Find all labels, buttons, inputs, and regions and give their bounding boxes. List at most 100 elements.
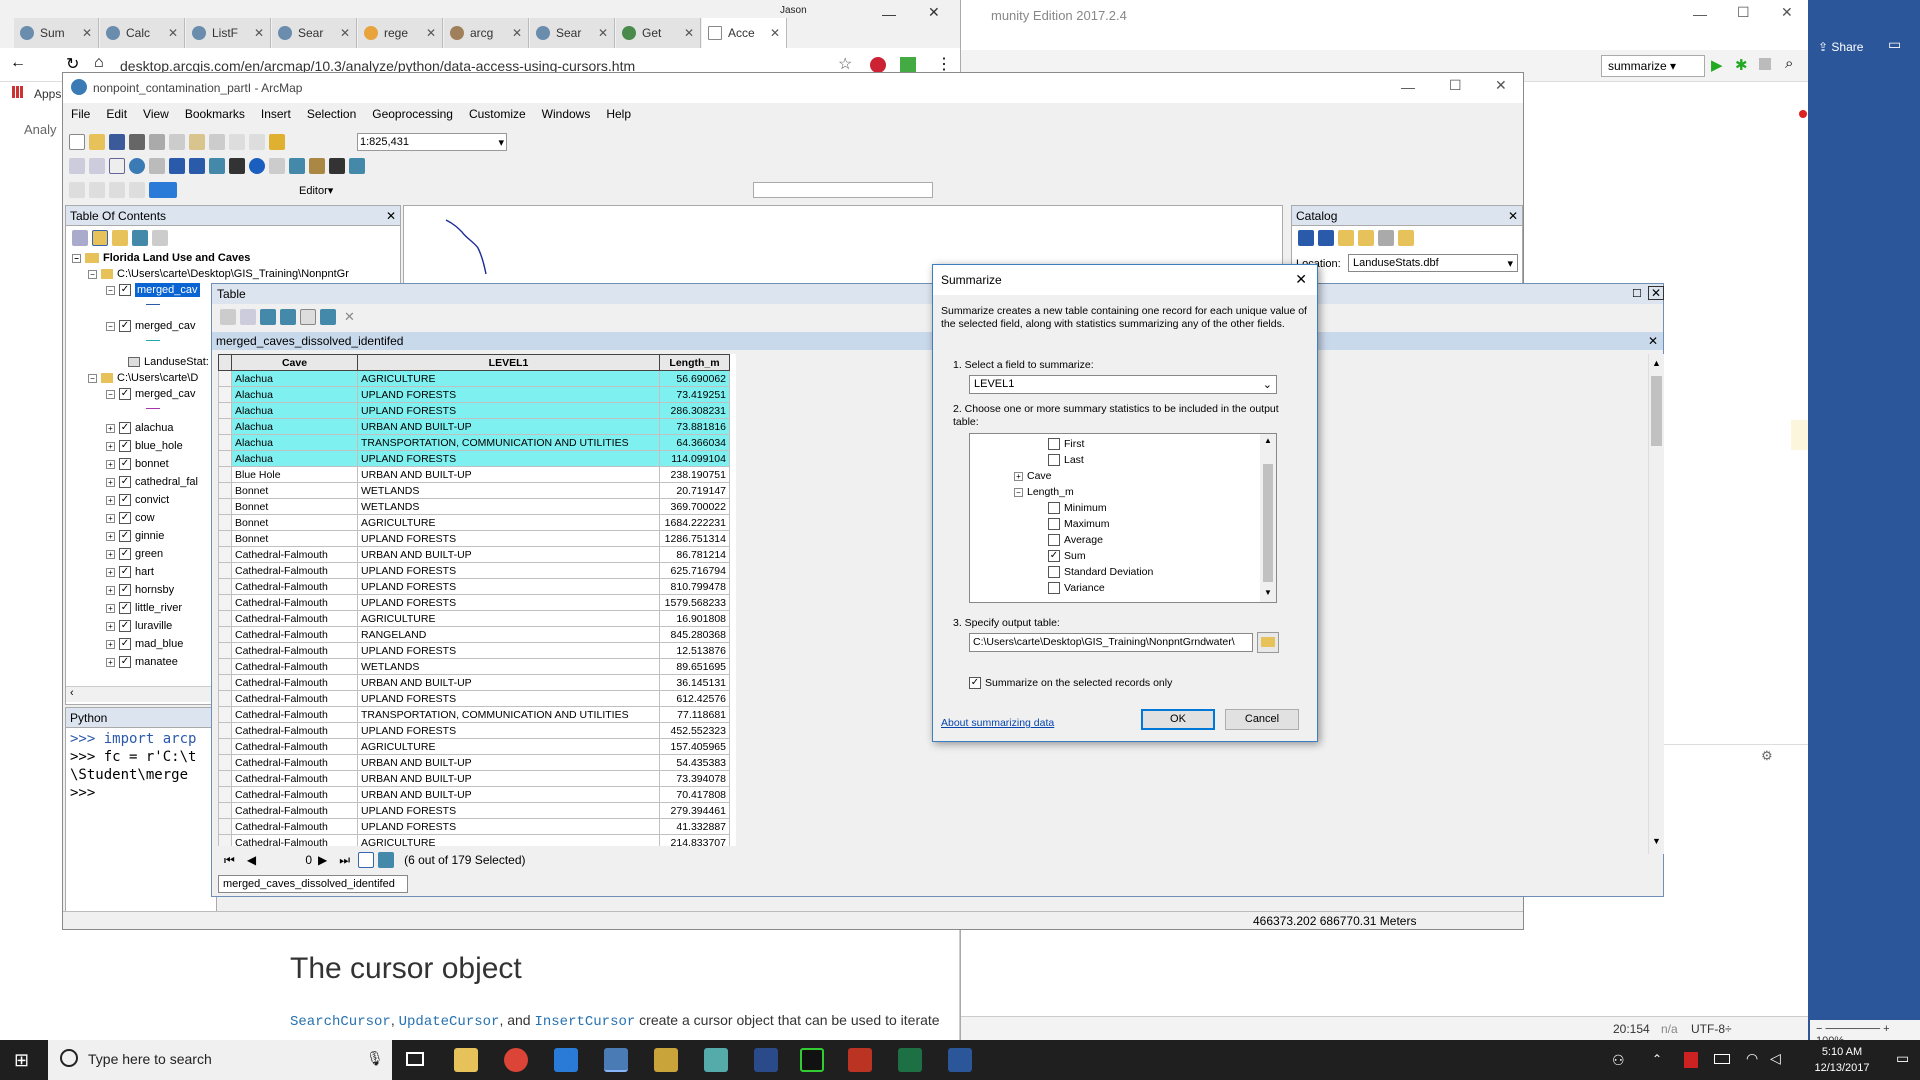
cell-length[interactable]: 70.417808 [659,786,730,803]
cell-cave[interactable]: Alachua [231,386,358,403]
cell-level1[interactable]: UPLAND FORESTS [357,642,660,659]
line-separator[interactable]: n/a [1661,1022,1678,1036]
about-link[interactable]: About summarizing data [941,717,1054,729]
cell-level1[interactable]: URBAN AND BUILT-UP [357,674,660,691]
cell-level1[interactable]: UPLAND FORESTS [357,562,660,579]
first-record-icon[interactable]: ⏮ [224,853,235,868]
layer-visibility-checkbox[interactable]: ✓ [119,320,131,333]
minimize-icon[interactable]: — [882,6,896,22]
back-extent-icon[interactable] [169,158,185,174]
toc-table[interactable]: LanduseStat: [128,356,209,368]
stat-checkbox[interactable] [1048,534,1060,547]
cell-level1[interactable]: URBAN AND BUILT-UP [357,770,660,787]
table-row[interactable]: Cathedral-Falmouth RANGELAND 845.280368 [218,626,730,643]
zoom-to-selected-icon[interactable] [320,309,336,325]
copy-icon[interactable] [169,134,185,150]
new-icon[interactable] [69,134,85,150]
stat-checkbox[interactable] [1048,518,1060,531]
table-row[interactable]: Cathedral-Falmouth UPLAND FORESTS 810.7994… [218,578,730,595]
last-record-icon[interactable]: ⏭ [339,853,350,868]
row-selector[interactable] [218,626,232,643]
chrome-profile-name[interactable]: Jason [780,5,807,16]
table-row[interactable]: Cathedral-Falmouth URBAN AND BUILT-UP 86.7… [218,546,730,563]
close-icon[interactable]: ✕ [928,4,940,21]
scroll-down-icon[interactable]: ▼ [1264,588,1272,597]
cell-cave[interactable]: Bonnet [231,514,358,531]
table-row[interactable]: Cathedral-Falmouth URBAN AND BUILT-UP 73.3… [218,770,730,787]
excel-icon[interactable] [898,1048,922,1072]
back-icon[interactable]: ← [10,54,26,72]
table-row[interactable]: Cathedral-Falmouth URBAN AND BUILT-UP 70.4… [218,786,730,803]
forward-icon[interactable] [1318,230,1334,246]
notifications-icon[interactable]: ▭ [1896,1050,1909,1067]
pycharm-icon[interactable] [800,1048,824,1072]
cell-level1[interactable]: UPLAND FORESTS [357,802,660,819]
close-icon[interactable]: ✕ [1648,286,1665,300]
home-icon[interactable]: ⌂ [94,54,104,72]
cell-cave[interactable]: Blue Hole [231,466,358,483]
battery-icon[interactable] [1714,1054,1730,1064]
collapse-icon[interactable]: − [1014,487,1023,497]
wifi-icon[interactable]: ◠ [1746,1050,1758,1067]
toc-layer[interactable]: + ✓ green [106,548,163,561]
toc-layer[interactable]: + ✓ convict [106,494,169,507]
cell-level1[interactable]: AGRICULTURE [357,514,660,531]
cell-level1[interactable]: URBAN AND BUILT-UP [357,754,660,771]
close-icon[interactable]: ✕ [512,26,522,40]
bookmark-star-icon[interactable]: ☆ [838,54,852,74]
cell-length[interactable]: 36.145131 [659,674,730,691]
next-record-icon[interactable]: ▶ [318,853,327,867]
apps-icon[interactable] [12,86,24,98]
caret-position[interactable]: 20:154 [1613,1022,1650,1036]
cell-level1[interactable]: UPLAND FORESTS [357,594,660,611]
row-selector[interactable] [218,770,232,787]
cell-cave[interactable]: Alachua [231,450,358,467]
georef-icon[interactable] [129,182,145,198]
app-icon[interactable] [554,1048,578,1072]
row-selector[interactable] [218,674,232,691]
row-selector[interactable] [218,802,232,819]
row-selector[interactable] [218,418,232,435]
cell-length[interactable]: 810.799478 [659,578,730,595]
cell-length[interactable]: 73.394078 [659,770,730,787]
list-by-selection-icon[interactable] [132,230,148,246]
row-selector[interactable] [218,722,232,739]
stat-minimum[interactable]: Minimum [1048,502,1107,515]
fixed-zoom-icon[interactable] [149,158,165,174]
list-by-visibility-icon[interactable] [112,230,128,246]
target-layer-select[interactable] [753,182,934,198]
selected-only-option[interactable]: ✓ Summarize on the selected records only [969,677,1172,690]
cell-length[interactable]: 625.716794 [659,562,730,579]
cell-cave[interactable]: Bonnet [231,530,358,547]
row-selector[interactable] [218,578,232,595]
cell-cave[interactable]: Bonnet [231,498,358,515]
add-data-icon[interactable] [269,134,285,150]
measure-icon[interactable] [309,158,325,174]
cell-cave[interactable]: Cathedral-Falmouth [231,594,358,611]
file-explorer-icon[interactable] [454,1048,478,1072]
select-elements-icon[interactable] [229,158,245,174]
cell-cave[interactable]: Cathedral-Falmouth [231,802,358,819]
cell-cave[interactable]: Cathedral-Falmouth [231,818,358,835]
home-icon[interactable] [1358,230,1374,246]
table-row[interactable]: Cathedral-Falmouth UPLAND FORESTS 41.33288… [218,818,730,835]
row-selector-header[interactable] [218,354,232,371]
row-selector[interactable] [218,754,232,771]
cell-cave[interactable]: Alachua [231,434,358,451]
volume-icon[interactable]: ◁ [1770,1050,1781,1067]
table-row[interactable]: Alachua UPLAND FORESTS 286.308231 [218,402,730,419]
chrome-tab[interactable]: ListF ✕ [186,18,271,48]
table-row[interactable]: Cathedral-Falmouth AGRICULTURE 214.833707 [218,834,730,846]
stat-checkbox[interactable] [1048,438,1060,451]
row-selector[interactable] [218,786,232,803]
connect-folder-icon[interactable] [1398,230,1414,246]
arcmap-icon[interactable] [604,1048,628,1072]
map-scale-select[interactable]: 1:825,431 ▾ [357,133,507,151]
toc-workspace[interactable]: − C:\Users\carte\D [88,372,198,384]
cell-level1[interactable]: UPLAND FORESTS [357,578,660,595]
stat-checkbox[interactable] [1048,502,1060,515]
cell-length[interactable]: 56.690062 [659,370,730,387]
cell-cave[interactable]: Alachua [231,418,358,435]
scroll-thumb[interactable] [1651,376,1662,446]
cell-cave[interactable]: Alachua [231,402,358,419]
